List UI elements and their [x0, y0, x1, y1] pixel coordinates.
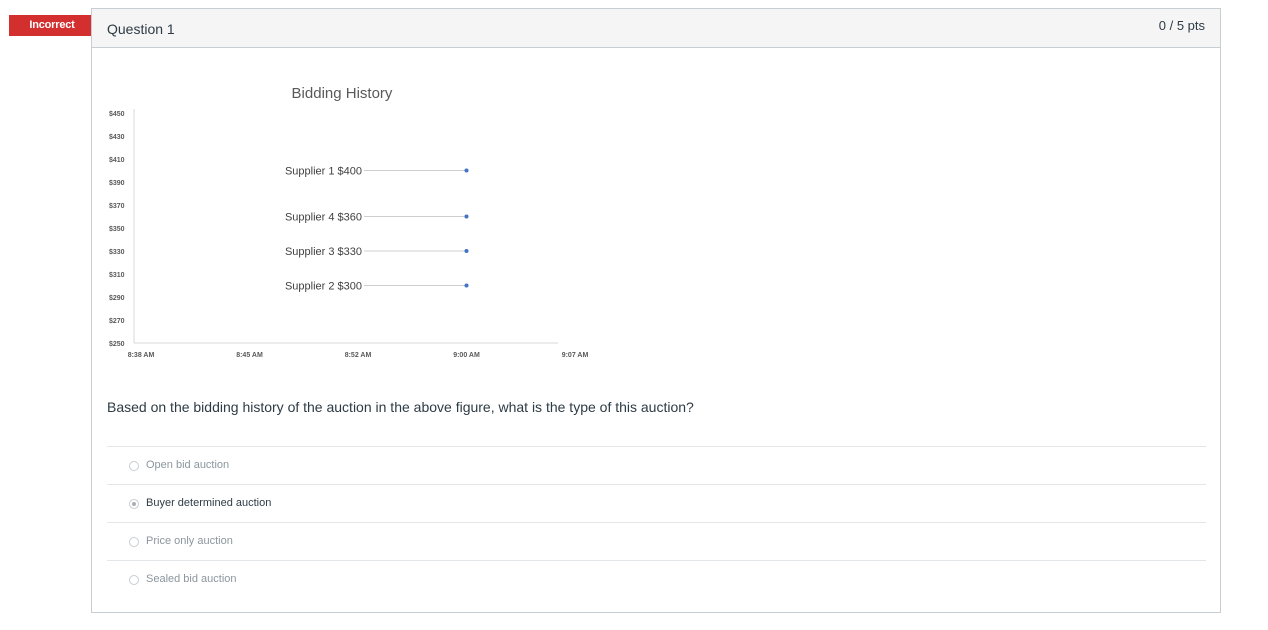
answer-label: Price only auction	[146, 535, 233, 547]
y-tick-label: $430	[109, 134, 125, 141]
bidding-history-chart: Bidding History $450 $430 $410 $390 $370 $350 $…	[102, 79, 602, 379]
x-tick-label: 8:52 AM	[345, 352, 372, 359]
incorrect-flag: Incorrect	[9, 15, 102, 36]
data-label: Supplier 3 $330	[285, 246, 362, 258]
data-point	[464, 214, 469, 219]
y-tick-label: $310	[109, 272, 125, 279]
chart-title: Bidding History	[292, 85, 393, 102]
answer-option[interactable]: Buyer determined auction	[107, 484, 1206, 522]
question-header: Question 1 0 / 5 pts	[92, 9, 1220, 48]
answer-list: Open bid auction Buyer determined auction…	[107, 446, 1206, 598]
y-tick-label: $350	[109, 226, 125, 233]
answer-radio[interactable]	[129, 537, 139, 547]
answer-radio[interactable]	[129, 575, 139, 585]
y-tick-label: $290	[109, 295, 125, 302]
data-point	[464, 168, 469, 173]
answer-label: Buyer determined auction	[146, 497, 272, 509]
answer-option[interactable]: Price only auction	[107, 522, 1206, 560]
data-label: Supplier 4 $360	[285, 212, 362, 224]
x-tick-label: 8:45 AM	[236, 352, 263, 359]
data-point	[464, 249, 469, 253]
chart-svg: Bidding History $450 $430 $410 $390 $370 $350 $…	[109, 85, 589, 359]
x-tick-label: 9:00 AM	[453, 352, 480, 359]
question-points: 0 / 5 pts	[1158, 18, 1205, 33]
data-point	[464, 283, 469, 288]
data-label: Supplier 2 $300	[285, 281, 362, 293]
question-title: Question 1	[107, 21, 175, 37]
y-tick-label: $270	[109, 318, 125, 325]
answer-option[interactable]: Open bid auction	[107, 446, 1206, 484]
y-tick-label: $370	[109, 203, 125, 210]
answer-radio[interactable]	[129, 461, 139, 471]
y-tick-label: $330	[109, 249, 125, 256]
question-text: Based on the bidding history of the auct…	[107, 399, 694, 415]
answer-label: Open bid auction	[146, 459, 230, 471]
x-tick-label: 8:38 AM	[128, 352, 155, 359]
y-tick-label: $250	[109, 341, 125, 348]
incorrect-label: Incorrect	[29, 19, 75, 31]
y-tick-label: $390	[109, 180, 125, 187]
answer-radio[interactable]	[129, 499, 139, 509]
y-tick-label: $450	[109, 111, 125, 118]
quiz-page: Incorrect Question 1 0 / 5 pts Bidding H…	[0, 0, 1268, 630]
data-label: Supplier 1 $400	[285, 166, 362, 178]
question-card: Question 1 0 / 5 pts Bidding History $450…	[91, 8, 1221, 613]
answer-option[interactable]: Sealed bid auction	[107, 560, 1206, 598]
y-tick-label: $410	[109, 157, 125, 164]
answer-label: Sealed bid auction	[146, 573, 237, 585]
x-tick-label: 9:07 AM	[562, 352, 589, 359]
